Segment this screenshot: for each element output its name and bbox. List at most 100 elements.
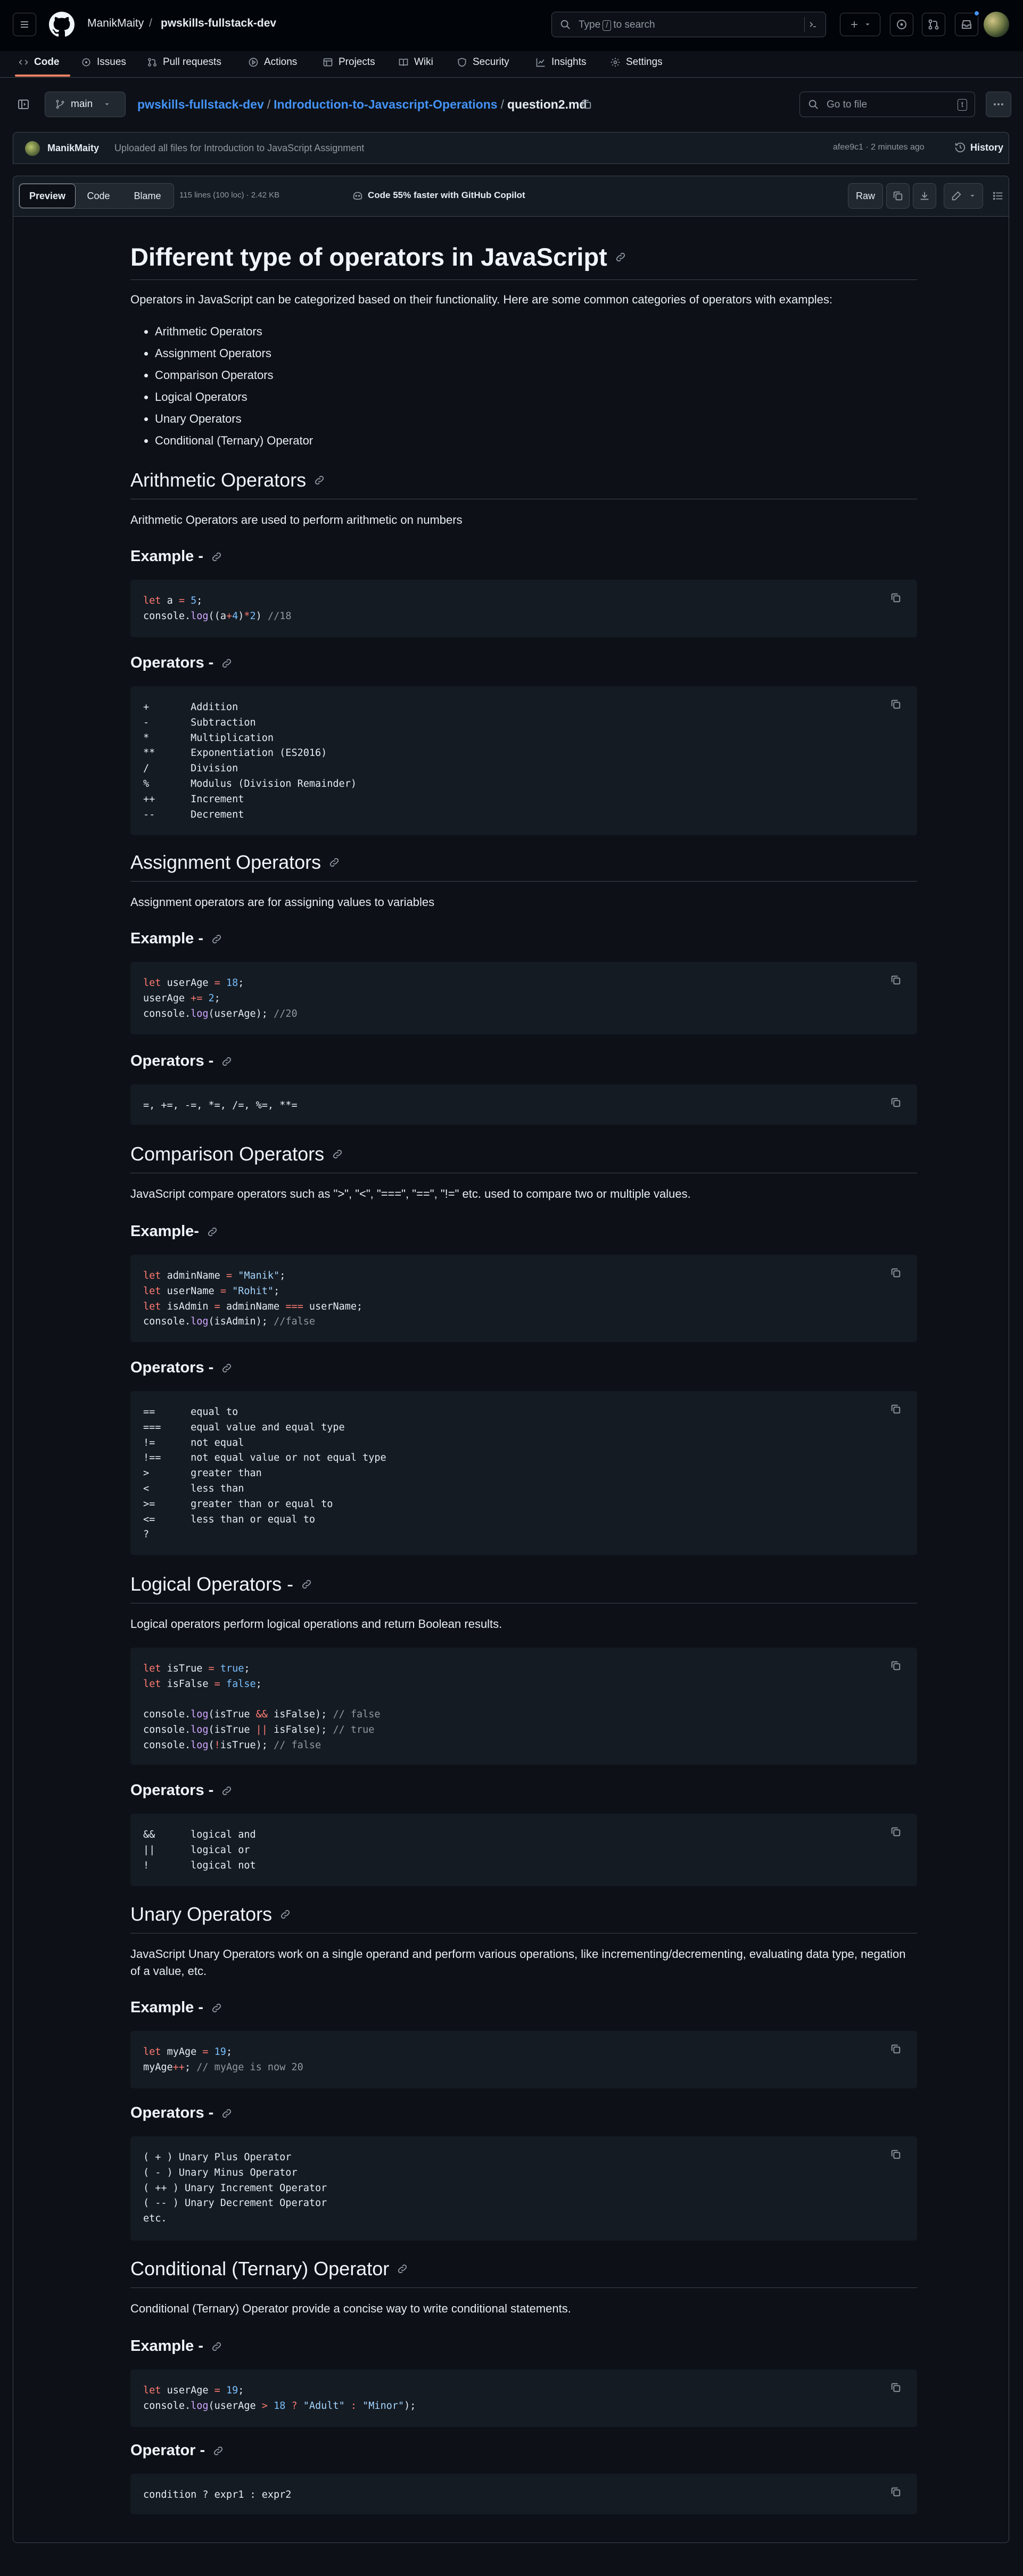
inbox-button[interactable] — [955, 10, 980, 36]
preview-tab[interactable]: Preview — [19, 184, 76, 208]
code-token: ; — [184, 2061, 197, 2073]
code-token: // false — [274, 1739, 321, 1751]
toggle-file-tree-button[interactable] — [13, 94, 34, 115]
copy-path-button[interactable] — [577, 95, 596, 114]
pull-request-icon — [928, 19, 939, 30]
anchor-link-icon[interactable] — [207, 1226, 218, 1238]
copy-code-button[interactable] — [886, 970, 905, 990]
anchor-link-icon[interactable] — [221, 1785, 233, 1797]
code-content: condition ? expr1 : expr2 — [143, 2489, 292, 2500]
code-token: = — [214, 1301, 226, 1312]
code-token: ! — [214, 1739, 220, 1751]
copy-code-button[interactable] — [886, 1822, 905, 1841]
file-toolbar: Preview Code Blame 115 lines (100 loc) ·… — [13, 176, 1009, 216]
copy-code-button[interactable] — [886, 2378, 905, 2397]
commit-message-link[interactable]: Uploaded all files for Introduction to J… — [114, 143, 364, 154]
go-to-file-input[interactable]: Go to file t — [799, 92, 975, 117]
tab-security[interactable]: Security — [457, 53, 509, 71]
plus-icon — [851, 21, 857, 28]
copy-code-button[interactable] — [886, 588, 905, 607]
tab-actions[interactable]: Actions — [248, 53, 297, 71]
anchor-link-icon[interactable] — [221, 1362, 233, 1374]
category-list: Arithmetic Operators Assignment Operator… — [155, 320, 313, 451]
copy-code-button[interactable] — [886, 1400, 905, 1419]
breadcrumb-folder-link[interactable]: Indroduction-to-Javascript-Operations — [274, 97, 497, 111]
create-new-button[interactable] — [840, 13, 880, 36]
avatar[interactable] — [25, 141, 40, 156]
more-options-button[interactable] — [986, 92, 1011, 117]
book-icon — [399, 59, 408, 66]
anchor-link-icon[interactable] — [211, 2341, 222, 2352]
copy-code-button[interactable] — [886, 1263, 905, 1282]
code-tab[interactable]: Code — [76, 184, 121, 208]
code-content: let userAge = 18; userAge += 2; console.… — [143, 976, 298, 1022]
anchor-link-icon[interactable] — [301, 1578, 312, 1590]
avatar[interactable] — [984, 12, 1009, 37]
code-token: isFalse); — [274, 1709, 333, 1721]
repo-link[interactable]: pwskills-fullstack-dev — [161, 17, 276, 30]
anchor-link-icon[interactable] — [328, 857, 340, 868]
tab-issues[interactable]: Issues — [81, 53, 126, 71]
anchor-link-icon[interactable] — [211, 2002, 222, 2014]
copy-code-button[interactable] — [886, 2039, 905, 2059]
anchor-link-icon[interactable] — [615, 251, 626, 263]
anchor-link-icon[interactable] — [211, 551, 222, 563]
tab-pull-requests[interactable]: Pull requests — [147, 53, 221, 71]
anchor-link-icon[interactable] — [279, 1908, 291, 1920]
copilot-promo-link[interactable]: Code 55% faster with GitHub Copilot — [352, 190, 525, 201]
copy-code-button[interactable] — [886, 2482, 905, 2501]
tab-code[interactable]: Code — [18, 53, 60, 71]
tab-projects[interactable]: Projects — [323, 53, 375, 71]
issues-button[interactable] — [890, 13, 913, 36]
anchor-link-icon[interactable] — [221, 2108, 233, 2119]
copy-code-button[interactable] — [886, 695, 905, 714]
command-palette-icon[interactable] — [804, 17, 820, 32]
anchor-link-icon[interactable] — [332, 1148, 343, 1160]
breadcrumb-repo-link[interactable]: pwskills-fullstack-dev — [137, 97, 264, 111]
copy-raw-button[interactable] — [886, 183, 910, 209]
arithmetic-description: Arithmetic Operators are used to perform… — [130, 513, 463, 526]
search-input[interactable]: Type / to search — [551, 12, 826, 37]
anchor-link-icon[interactable] — [221, 657, 233, 669]
download-button[interactable] — [913, 183, 936, 209]
code-token: 5 — [191, 595, 197, 606]
anchor-link-icon[interactable] — [211, 933, 222, 945]
code-token: ( — [208, 1739, 214, 1751]
raw-button[interactable]: Raw — [848, 183, 883, 209]
tab-insights[interactable]: Insights — [535, 53, 586, 71]
comparison-heading: Comparison Operators — [130, 1143, 343, 1165]
blame-tab[interactable]: Blame — [121, 184, 174, 208]
anchor-link-icon[interactable] — [314, 474, 325, 486]
tab-wiki[interactable]: Wiki — [398, 53, 433, 71]
triangle-down-icon — [970, 195, 975, 197]
menu-button[interactable] — [13, 13, 36, 36]
code-token: myAge — [143, 2061, 173, 2073]
tab-label: Insights — [551, 56, 587, 68]
code-token: ; — [238, 977, 244, 989]
unary-description: JavaScript Unary Operators work on a sin… — [130, 1947, 906, 1978]
pull-request-icon — [148, 58, 156, 67]
tab-settings[interactable]: Settings — [610, 53, 663, 71]
copy-code-button[interactable] — [886, 1656, 905, 1675]
code-token: += — [191, 992, 209, 1004]
code-content: == equal to === equal value and equal ty… — [143, 1406, 386, 1541]
commit-hash-and-time[interactable]: afee9c1 · 2 minutes ago — [833, 143, 925, 152]
code-block: let isTrue = true; let isFalse = false; … — [130, 1648, 917, 1765]
copy-code-button[interactable] — [886, 1093, 905, 1112]
anchor-link-icon[interactable] — [221, 1056, 233, 1067]
code-token: false — [226, 1678, 256, 1690]
edit-button[interactable] — [944, 183, 983, 209]
code-token: console. — [143, 610, 191, 622]
heading-text: Comparison Operators — [130, 1143, 325, 1165]
history-button[interactable]: History — [954, 142, 1003, 153]
assignment-description: Assignment operators are for assigning v… — [130, 895, 435, 909]
pull-requests-button[interactable] — [922, 13, 945, 36]
outline-button[interactable] — [986, 183, 1010, 209]
anchor-link-icon[interactable] — [397, 2263, 408, 2275]
anchor-link-icon[interactable] — [212, 2445, 224, 2457]
commit-author-link[interactable]: ManikMaity — [47, 143, 99, 154]
branch-selector[interactable]: main — [45, 92, 126, 117]
copy-code-button[interactable] — [886, 2145, 905, 2164]
github-logo-icon[interactable] — [49, 12, 75, 37]
owner-link[interactable]: ManikMaity — [87, 17, 144, 30]
